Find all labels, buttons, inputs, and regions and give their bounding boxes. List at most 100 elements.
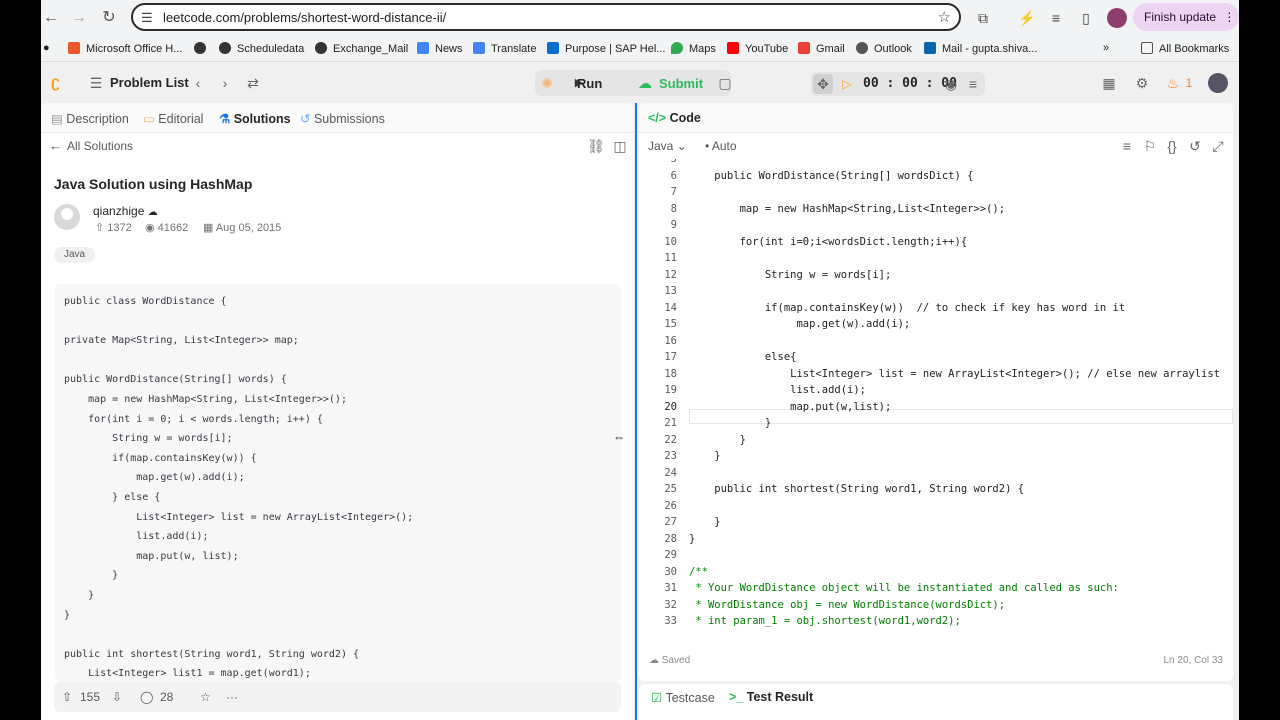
editor-line[interactable]: map.put(w,list); xyxy=(689,401,891,413)
profile-avatar[interactable] xyxy=(1107,8,1127,28)
editor-line[interactable]: else{ xyxy=(689,351,797,363)
bookmark-item[interactable]: Microsoft Office H... xyxy=(68,42,182,55)
line-number: 31 xyxy=(664,582,677,594)
code-line: } xyxy=(64,609,71,621)
address-bar[interactable]: ☰ leetcode.com/problems/shortest-word-di… xyxy=(131,3,961,31)
bookmark-label: Translate xyxy=(491,43,537,55)
editor-line[interactable]: map.get(w).add(i); xyxy=(689,318,910,330)
extensions-icon[interactable]: ⧉ xyxy=(973,8,993,28)
expand-icon[interactable]: ⤢ xyxy=(1208,136,1228,156)
forward-arrow-icon[interactable]: → xyxy=(69,8,89,28)
tab-solutions[interactable]: ⚗ Solutions xyxy=(219,111,291,126)
braces-icon[interactable]: {} xyxy=(1162,136,1182,156)
panel-resize-handle[interactable] xyxy=(635,103,637,720)
drag-handle-icon[interactable]: ✥ xyxy=(813,74,833,94)
timer-play-icon[interactable]: ▷ xyxy=(837,74,857,94)
user-avatar[interactable] xyxy=(1208,73,1228,93)
url-text[interactable]: leetcode.com/problems/shortest-word-dist… xyxy=(163,10,446,25)
finish-update-button[interactable]: Finish update ⋮ xyxy=(1133,3,1239,31)
run-button[interactable]: Run xyxy=(577,76,602,91)
tab-editorial[interactable]: ▭ Editorial xyxy=(143,111,203,126)
bookmark-icon[interactable]: ⚐ xyxy=(1140,136,1160,156)
code-tab[interactable]: </> Code xyxy=(648,111,701,125)
tab-description[interactable]: ▤ Description xyxy=(51,111,129,126)
downvote-icon[interactable]: ⇩ xyxy=(112,690,122,704)
media-icon[interactable]: ≡ xyxy=(1046,8,1066,28)
language-select[interactable]: Java ⌄ xyxy=(648,139,687,153)
editor-line[interactable]: if(map.containsKey(w)) // to check if ke… xyxy=(689,302,1125,314)
terminal-icon: >_ xyxy=(729,690,747,704)
bookmark-item[interactable]: YouTube xyxy=(727,42,788,55)
reload-icon[interactable]: ↻ xyxy=(99,8,119,28)
more-bookmarks-icon[interactable]: » xyxy=(1103,42,1109,54)
prev-problem-icon[interactable]: ‹ xyxy=(188,73,208,93)
editor-line[interactable]: /** xyxy=(689,566,708,578)
code-line: map = new HashMap<String, List<Integer>>… xyxy=(64,394,347,405)
line-number: 10 xyxy=(664,235,677,248)
author-avatar[interactable] xyxy=(54,204,80,230)
bookmark-item[interactable] xyxy=(194,42,212,55)
editor-line[interactable]: } xyxy=(689,450,720,462)
editor-line[interactable]: } xyxy=(689,417,771,429)
extension-icon[interactable]: ⚡ xyxy=(1017,8,1037,28)
back-arrow-icon[interactable]: ← xyxy=(49,138,62,153)
leetcode-logo-icon[interactable]: ʗ xyxy=(51,74,60,92)
bookmark-item[interactable]: Exchange_Mail xyxy=(315,42,408,55)
code-editor[interactable]: 5 6 public WordDistance(String[] wordsDic… xyxy=(639,159,1233,643)
bookmark-item[interactable]: Scheduledata xyxy=(219,42,304,55)
all-solutions-link[interactable]: All Solutions xyxy=(67,139,133,153)
side-panel-icon[interactable]: ▯ xyxy=(1076,8,1096,28)
layout-grid-icon[interactable]: ▦ xyxy=(1099,73,1119,93)
editor-line[interactable]: * Your WordDistance object will be insta… xyxy=(689,582,1119,594)
editor-line[interactable]: * WordDistance obj = new WordDistance(wo… xyxy=(689,599,1005,611)
upvote-icon[interactable]: ⇧ xyxy=(62,690,72,704)
bookmark-item[interactable]: Purpose | SAP Hel... xyxy=(547,42,665,55)
comment-count: 28 xyxy=(160,690,174,704)
editor-line[interactable]: } xyxy=(689,516,720,528)
bookmark-item[interactable]: Mail - gupta.shiva... xyxy=(924,42,1037,55)
problem-list-link[interactable]: Problem List xyxy=(110,75,189,90)
language-tag[interactable]: Java xyxy=(54,247,96,263)
all-bookmarks[interactable]: All Bookmarks xyxy=(1141,42,1229,55)
back-arrow-icon[interactable]: ← xyxy=(41,8,61,28)
editor-line[interactable]: public int shortest(String word1, String… xyxy=(689,483,1024,495)
notes-icon[interactable]: ▢ xyxy=(715,73,735,93)
eye-icon[interactable]: ◉ xyxy=(941,74,961,94)
settings-sliders-icon[interactable]: ≡ xyxy=(963,74,983,94)
submit-button[interactable]: Submit xyxy=(659,76,703,91)
comment-icon[interactable]: ◯ xyxy=(140,690,153,704)
auto-mode[interactable]: • Auto xyxy=(705,139,737,153)
github-icon[interactable]: ● xyxy=(43,42,50,54)
more-options-icon[interactable]: ··· xyxy=(226,690,238,704)
editor-line[interactable]: for(int i=0;i<wordsDict.length;i++){ xyxy=(689,236,968,248)
tab-test-result[interactable]: >_ Test Result xyxy=(729,690,813,704)
bookmark-item[interactable]: News xyxy=(417,42,463,55)
favorite-star-icon[interactable]: ☆ xyxy=(200,690,211,704)
editor-line[interactable]: public WordDistance(String[] wordsDict) … xyxy=(689,170,973,182)
format-icon[interactable]: ≡ xyxy=(1117,136,1137,156)
bookmark-item[interactable]: Translate xyxy=(473,42,536,55)
tab-submissions[interactable]: ↺ Submissions xyxy=(300,111,385,126)
debug-icon[interactable]: ✺ xyxy=(537,73,557,93)
author-name[interactable]: qianzhige ☁ xyxy=(93,204,158,218)
bookmark-item[interactable]: Gmail xyxy=(798,42,845,55)
split-view-icon[interactable]: ◫ xyxy=(610,136,630,156)
shuffle-icon[interactable]: ⇄ xyxy=(243,73,263,93)
bookmark-item[interactable]: Outlook xyxy=(856,42,912,55)
editor-line[interactable]: String w = words[i]; xyxy=(689,269,891,281)
bookmark-item[interactable]: Maps xyxy=(671,42,716,55)
reset-icon[interactable]: ↺ xyxy=(1185,136,1205,156)
editor-line[interactable]: map = new HashMap<String,List<Integer>>(… xyxy=(689,203,1006,215)
editor-line[interactable]: List<Integer> list = new ArrayList<Integ… xyxy=(689,368,1220,380)
list-icon[interactable]: ☰ xyxy=(86,73,106,93)
editor-line[interactable]: } xyxy=(689,533,695,545)
next-problem-icon[interactable]: › xyxy=(215,73,235,93)
link-icon[interactable]: ⛓ xyxy=(586,136,606,156)
bookmark-star-icon[interactable]: ☆ xyxy=(938,8,951,26)
editor-line[interactable]: } xyxy=(689,434,746,446)
gear-icon[interactable]: ⚙ xyxy=(1132,73,1152,93)
editor-line[interactable]: * int param_1 = obj.shortest(word1,word2… xyxy=(689,615,961,627)
tab-testcase[interactable]: ☑ Testcase xyxy=(651,690,715,705)
site-settings-icon[interactable]: ☰ xyxy=(141,10,153,26)
editor-line[interactable]: list.add(i); xyxy=(689,384,866,396)
